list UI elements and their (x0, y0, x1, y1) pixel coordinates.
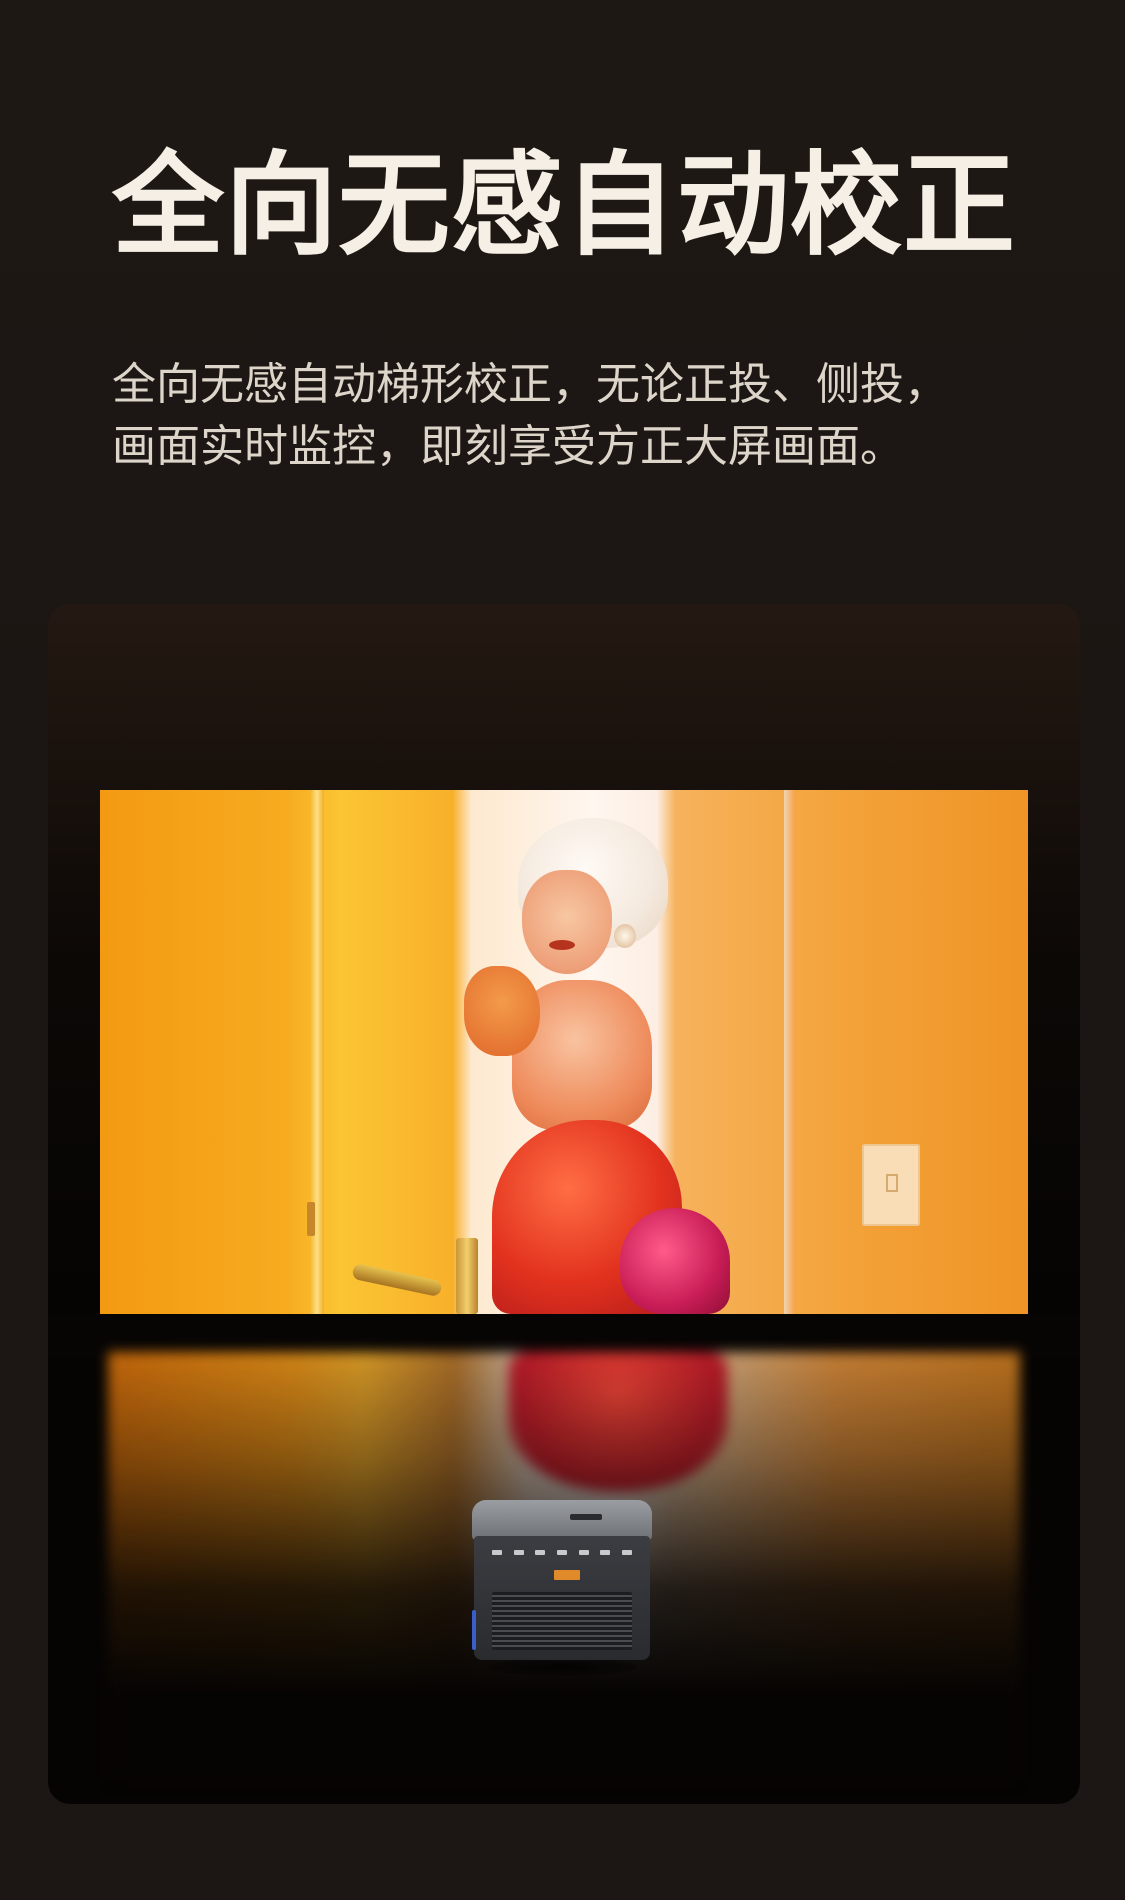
feature-page: 全向无感自动校正 全向无感自动梯形校正，无论正投、侧投， 画面实时监控，即刻享受… (0, 0, 1125, 1900)
projector-button (621, 1550, 632, 1555)
projector-device (472, 1500, 652, 1664)
projector-side-accent (472, 1610, 476, 1650)
projector-button (492, 1550, 502, 1555)
feature-description: 全向无感自动梯形校正，无论正投、侧投， 画面实时监控，即刻享受方正大屏画面。 (112, 354, 1012, 478)
feature-description-line-2: 画面实时监控，即刻享受方正大屏画面。 (112, 421, 904, 472)
feature-description-line-1: 全向无感自动梯形校正，无论正投、侧投， (112, 359, 948, 410)
projector-button (578, 1550, 589, 1555)
figure-lips (549, 940, 575, 950)
door-lock-plate (456, 1238, 478, 1314)
projector-button (556, 1550, 567, 1555)
figure-hand (464, 966, 540, 1056)
figure-skirt (620, 1208, 730, 1314)
projector-button (513, 1550, 524, 1555)
feature-headline: 全向无感自动校正 (112, 141, 1016, 271)
projector-button (535, 1550, 546, 1555)
projector-top (472, 1500, 652, 1540)
figure-face (522, 870, 612, 974)
product-showcase-card (48, 604, 1080, 1804)
door-hinge (307, 1202, 315, 1236)
projector-buttons (492, 1550, 632, 1558)
door-handle (351, 1262, 443, 1298)
projector-badge (554, 1570, 580, 1580)
projector-button (600, 1550, 611, 1555)
projector-logo (570, 1514, 602, 1520)
projector-grille (492, 1592, 632, 1650)
projector-front (474, 1536, 650, 1660)
figure-earring (614, 924, 636, 948)
wall-switch (862, 1144, 920, 1226)
projected-image (100, 790, 1028, 1314)
door-frame (784, 790, 794, 1314)
